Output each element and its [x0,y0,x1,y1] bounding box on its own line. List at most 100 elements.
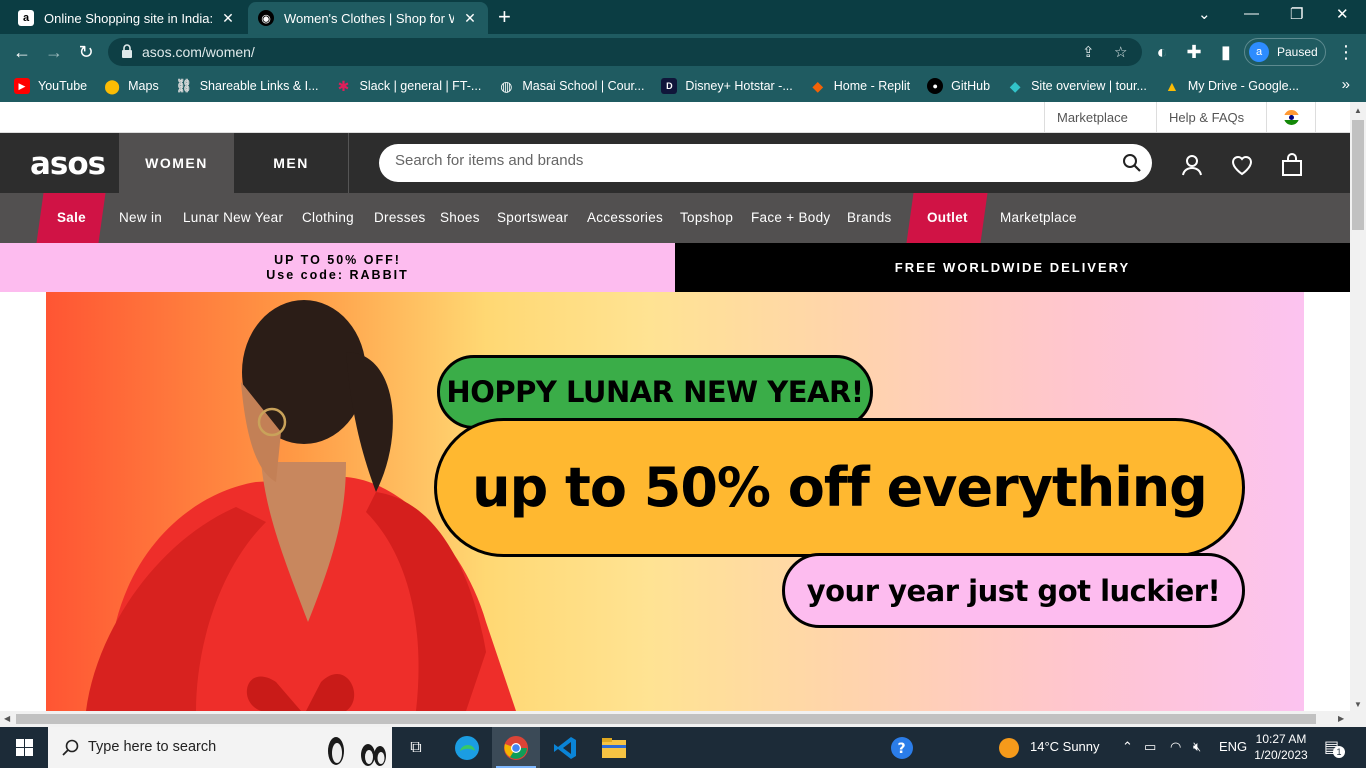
wifi-icon[interactable]: ◠ [1170,739,1181,755]
scroll-up-icon[interactable]: ▲ [1354,106,1362,115]
new-tab-button[interactable]: + [498,6,511,28]
edge-icon[interactable] [443,727,491,768]
nav-outlet-label: Outlet [926,210,968,225]
share-icon[interactable]: ⇪ [1082,43,1095,61]
nav-clothing[interactable]: Clothing [302,193,354,243]
bookmark-label: Masai School | Cour... [522,79,645,93]
profile-button[interactable]: a Paused [1244,38,1326,66]
taskbar-search-placeholder: Type here to search [88,739,217,755]
lock-icon [122,44,132,58]
close-icon[interactable]: ✕ [220,10,236,27]
file-explorer-icon[interactable] [590,727,638,768]
nav-lunar-new-year[interactable]: Lunar New Year [183,193,283,243]
nav-shoes[interactable]: Shoes [440,193,480,243]
promo-delivery-banner[interactable]: FREE WORLDWIDE DELIVERY [675,243,1350,292]
close-window-icon[interactable]: ✕ [1336,5,1349,23]
bookmark-hotstar[interactable]: D Disney+ Hotstar -... [661,78,793,94]
language-indicator[interactable]: ENG [1219,739,1247,754]
nav-accessories[interactable]: Accessories [587,193,663,243]
nav-face-body[interactable]: Face + Body [751,193,830,243]
nav-sale[interactable]: Sale [36,193,106,243]
bookmark-replit[interactable]: ◆ Home - Replit [810,78,910,94]
show-hidden-icons[interactable]: ⌃ [1122,739,1133,755]
bookmarks-overflow-icon[interactable]: » [1342,76,1350,93]
help-link[interactable]: Help & FAQs [1156,102,1256,133]
nav-new-in[interactable]: New in [119,193,162,243]
hero-headline-discount: up to 50% off everything [434,418,1245,557]
hotstar-icon: D [661,78,678,94]
tab-title: Women's Clothes | Shop for Won [284,10,454,26]
asos-top-links: Marketplace Help & FAQs [0,102,1350,133]
profile-status: Paused [1277,45,1318,59]
help-icon[interactable]: ? [890,736,914,763]
restore-icon[interactable]: ❐ [1290,5,1303,23]
bookmark-slack[interactable]: ✱ Slack | general | FT-... [336,78,482,94]
reload-icon[interactable]: ↻ [74,41,98,63]
tab-amazon[interactable]: a Online Shopping site in India: Sh ✕ [8,2,246,34]
asos-logo[interactable]: asos [30,146,106,182]
weather-sun-icon[interactable] [998,737,1020,762]
bookmark-label: Home - Replit [833,79,911,93]
bookmark-maps[interactable]: ⬤ Maps [104,78,158,94]
minimize-icon[interactable]: — [1244,5,1259,22]
extensions-puzzle-icon[interactable]: ✚ [1182,41,1206,63]
tab-men[interactable]: MEN [234,133,349,193]
hero-headline-luckier: your year just got luckier! [782,553,1245,628]
marketplace-link[interactable]: Marketplace [1044,102,1140,133]
side-panel-icon[interactable]: ▮ [1214,41,1238,63]
bookmark-netlify[interactable]: ◆ Site overview | tour... [1007,78,1147,94]
forward-icon[interactable]: → [42,41,66,63]
horizontal-scrollbar[interactable]: ◀ ▶ [0,711,1366,727]
scrollbar-thumb[interactable] [1352,120,1364,230]
bookmark-star-icon[interactable]: ☆ [1114,43,1127,61]
clock[interactable]: 10:27 AM 1/20/2023 [1246,731,1316,763]
search-input[interactable] [395,152,1095,169]
hero-banner[interactable]: HOPPY LUNAR NEW YEAR! up to 50% off ever… [46,292,1304,711]
tab-search-icon[interactable]: ⌄ [1198,5,1211,23]
start-button[interactable] [0,727,48,768]
bag-icon[interactable] [1280,153,1304,177]
asos-icon: ◉ [258,10,274,26]
country-selector[interactable] [1266,102,1316,133]
extension-c-icon[interactable]: ◐ [1150,41,1174,63]
notification-icon[interactable]: ▤ 1 [1324,737,1345,758]
bookmark-drive[interactable]: ▲ My Drive - Google... [1164,78,1299,94]
search-icon [62,739,79,756]
tab-women[interactable]: WOMEN [119,133,234,193]
promo-discount-banner[interactable]: UP TO 50% OFF! Use code: RABBIT [0,243,675,292]
windows-taskbar: Type here to search ⧉ ? 14°C Sunny ⌃ ▭ ◠… [0,727,1366,768]
close-icon[interactable]: ✕ [462,10,478,27]
weather-text[interactable]: 14°C Sunny [1030,739,1100,754]
bookmark-label: Slack | general | FT-... [359,79,482,93]
back-icon[interactable]: ← [10,41,34,63]
nav-topshop[interactable]: Topshop [680,193,733,243]
clock-date: 1/20/2023 [1254,748,1308,762]
scrollbar-thumb[interactable] [16,714,1316,724]
vscode-icon[interactable] [541,727,589,768]
tab-asos[interactable]: ◉ Women's Clothes | Shop for Won ✕ [248,2,488,34]
bookmark-youtube[interactable]: ▶ YouTube [14,78,87,94]
volume-muted-icon[interactable]: 🔇︎ [1193,739,1201,755]
battery-icon[interactable]: ▭ [1144,739,1156,755]
scroll-down-icon[interactable]: ▼ [1354,700,1362,709]
scroll-left-icon[interactable]: ◀ [4,714,10,723]
bookmark-github[interactable]: ● GitHub [927,78,990,94]
nav-outlet[interactable]: Outlet [906,193,988,243]
nav-brands[interactable]: Brands [847,193,892,243]
bookmark-masai[interactable]: ◍ Masai School | Cour... [498,78,644,94]
vertical-scrollbar[interactable]: ▲ ▼ [1350,102,1366,711]
account-icon[interactable] [1180,153,1204,177]
nav-dresses[interactable]: Dresses [374,193,426,243]
taskbar-search[interactable]: Type here to search [48,727,392,768]
url-text: asos.com/women/ [142,44,255,60]
address-bar[interactable]: asos.com/women/ ⇪ ☆ [108,38,1142,66]
chrome-icon[interactable] [492,727,540,768]
scroll-right-icon[interactable]: ▶ [1338,714,1344,723]
saved-heart-icon[interactable] [1230,153,1254,177]
task-view-icon[interactable]: ⧉ [392,727,440,768]
bookmark-shareable[interactable]: ⛓ Shareable Links & I... [175,78,318,94]
menu-kebab-icon[interactable]: ⋮ [1334,41,1358,63]
nav-marketplace[interactable]: Marketplace [1000,193,1077,243]
nav-sportswear[interactable]: Sportswear [497,193,568,243]
search-icon[interactable] [1122,153,1142,173]
